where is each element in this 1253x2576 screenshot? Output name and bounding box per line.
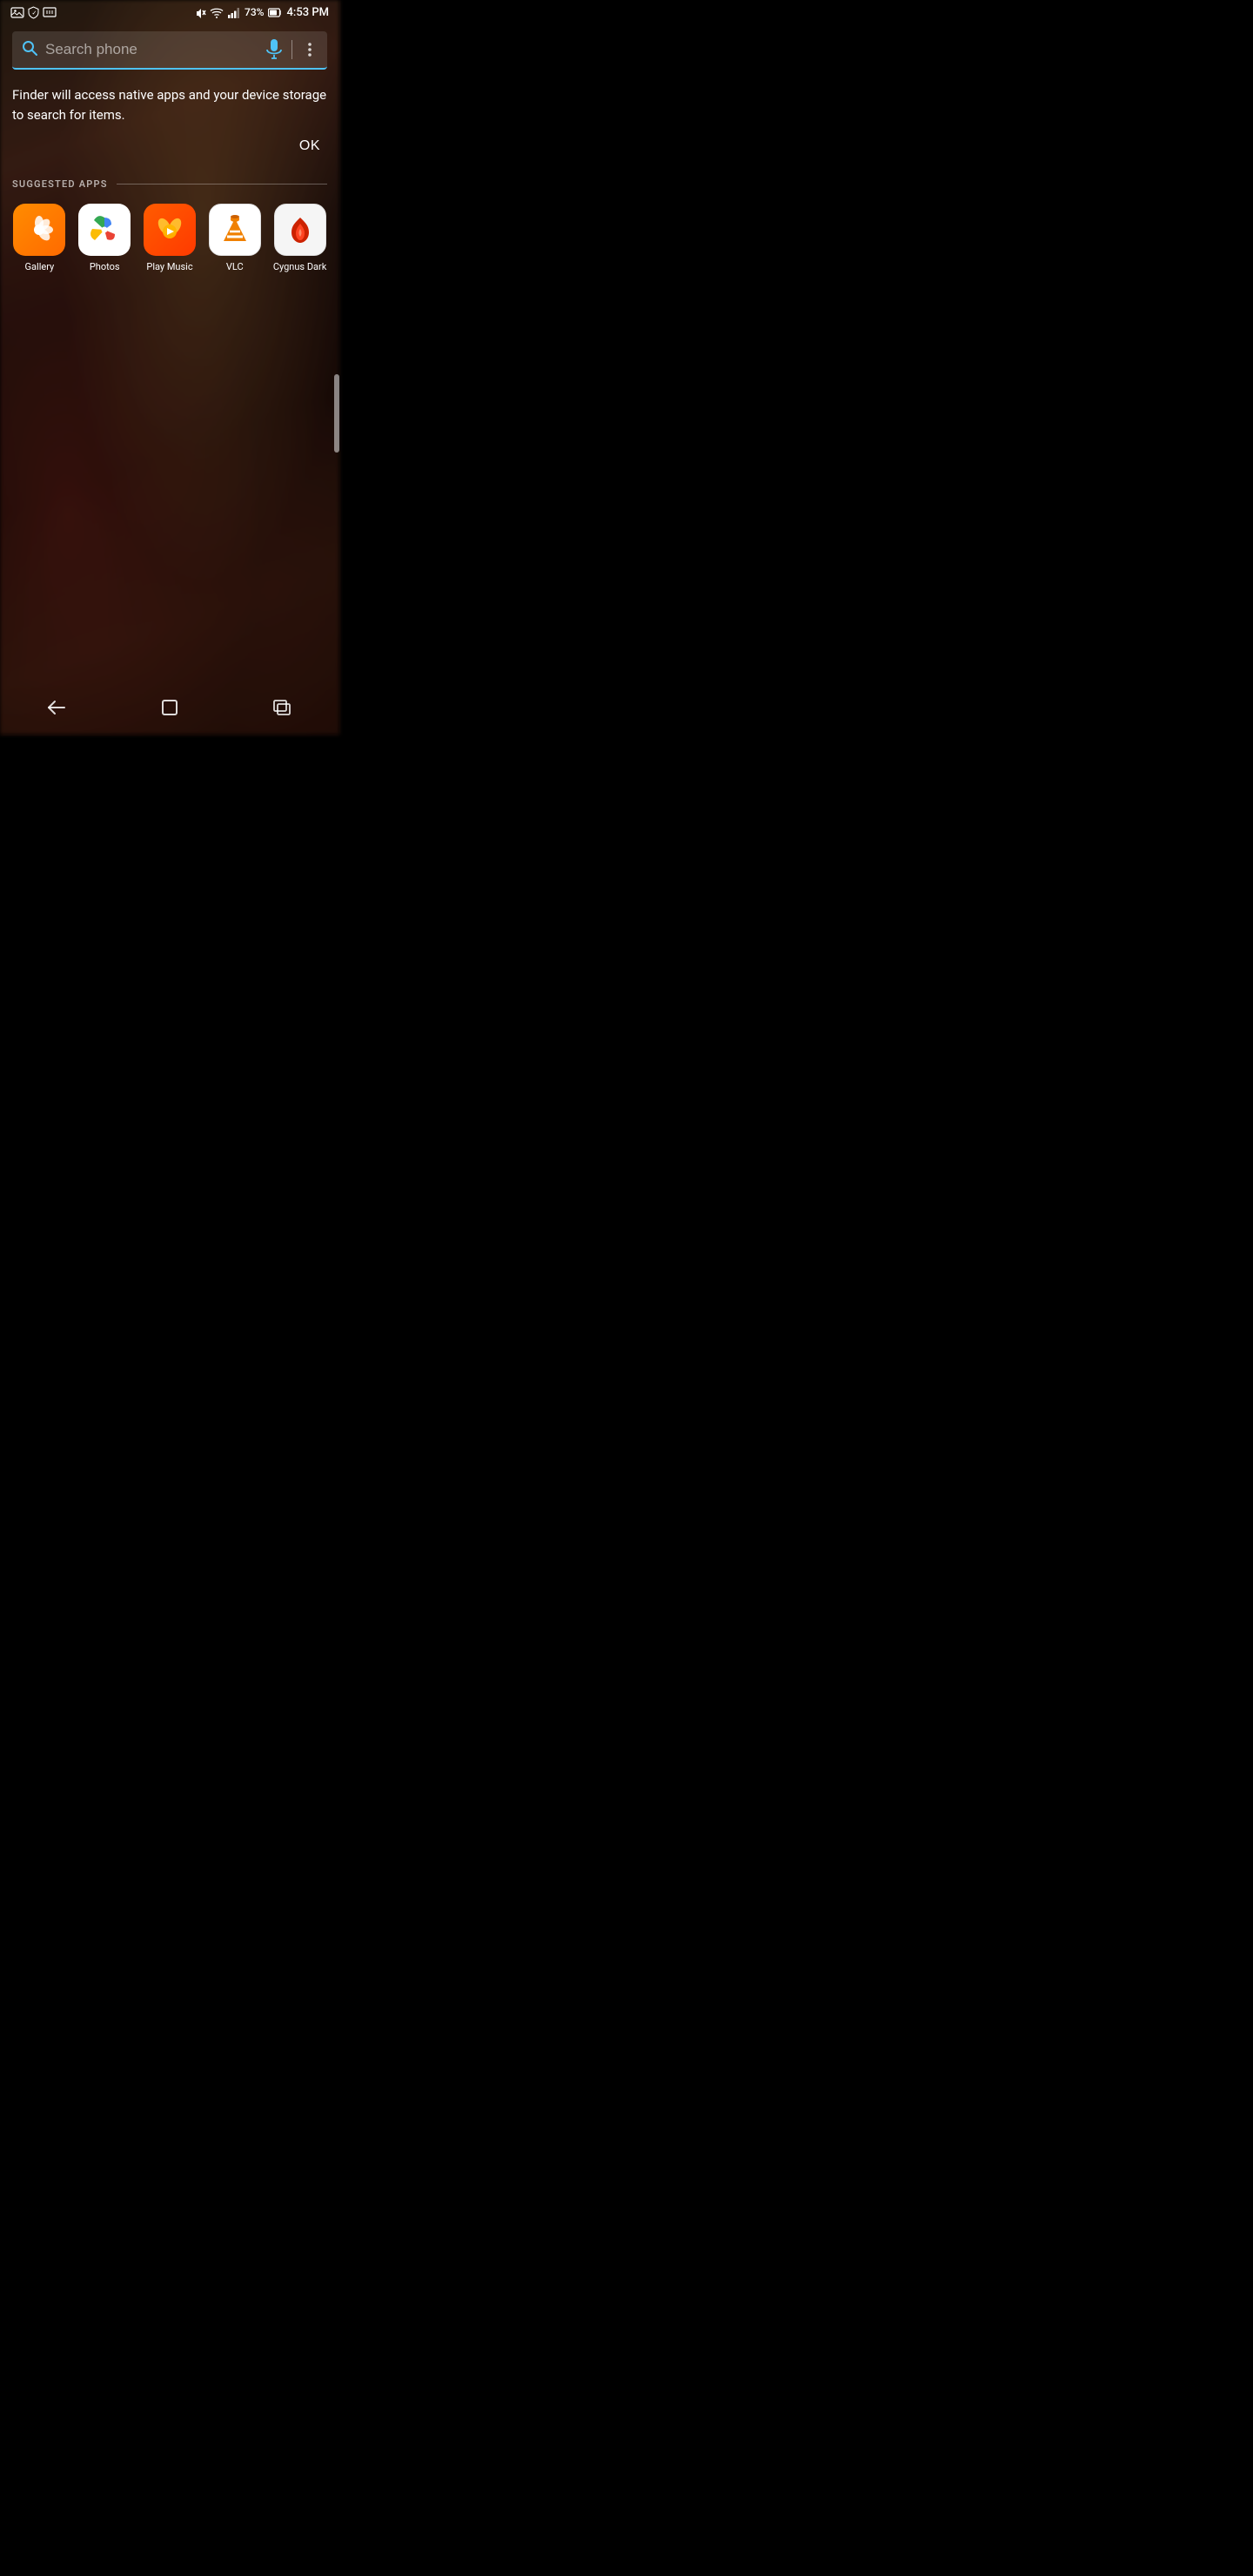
app-item-cygnus[interactable]: Cygnus Dark xyxy=(272,204,327,272)
battery-icon xyxy=(268,8,282,17)
playmusic-app-icon xyxy=(144,204,196,256)
extra-icon xyxy=(43,6,57,18)
photos-app-label: Photos xyxy=(90,261,120,272)
playmusic-app-label: Play Music xyxy=(146,261,192,272)
scrollbar-indicator xyxy=(334,374,339,453)
apps-row: Gallery Photo xyxy=(12,204,327,272)
ok-button-row: OK xyxy=(12,135,327,158)
app-item-photos[interactable]: Photos xyxy=(77,204,132,272)
vlc-app-icon xyxy=(209,204,261,256)
suggested-header: SUGGESTED APPS xyxy=(12,178,327,190)
photos-app-icon xyxy=(78,204,131,256)
status-icons-left: ✓ xyxy=(10,6,57,19)
status-bar: ✓ xyxy=(0,0,339,24)
status-icons-right: 73% 4:53 PM xyxy=(195,6,329,19)
battery-percent: 73% xyxy=(245,6,264,18)
notice-box: Finder will access native apps and your … xyxy=(12,85,327,124)
shield-icon: ✓ xyxy=(28,6,39,19)
time: 4:53 PM xyxy=(287,6,330,19)
gallery-app-icon xyxy=(13,204,65,256)
recents-button[interactable] xyxy=(266,693,299,728)
notice-text: Finder will access native apps and your … xyxy=(12,85,327,124)
microphone-icon[interactable] xyxy=(265,38,283,61)
cygnus-app-icon xyxy=(274,204,326,256)
cygnus-app-label: Cygnus Dark xyxy=(273,261,327,272)
suggested-apps-section: SUGGESTED APPS Gallery xyxy=(12,178,327,272)
mute-icon xyxy=(195,7,206,18)
app-item-playmusic[interactable]: Play Music xyxy=(143,204,198,272)
home-button[interactable] xyxy=(154,692,185,728)
gallery-app-label: Gallery xyxy=(25,261,55,272)
divider xyxy=(291,40,292,59)
search-icon xyxy=(21,39,38,61)
image-icon xyxy=(10,7,24,18)
signal-icon xyxy=(227,7,241,18)
suggested-label: SUGGESTED APPS xyxy=(12,178,108,190)
svg-text:✓: ✓ xyxy=(32,10,37,17)
app-item-gallery[interactable]: Gallery xyxy=(12,204,67,272)
vlc-app-label: VLC xyxy=(226,261,244,272)
more-options-icon[interactable] xyxy=(301,41,318,58)
search-input[interactable] xyxy=(45,41,258,58)
back-button[interactable] xyxy=(40,693,73,728)
wifi-icon xyxy=(210,7,224,18)
search-actions xyxy=(265,38,318,61)
ok-button[interactable]: OK xyxy=(292,135,327,158)
app-item-vlc[interactable]: VLC xyxy=(207,204,262,272)
search-bar[interactable] xyxy=(12,31,327,70)
nav-bar xyxy=(0,689,339,735)
